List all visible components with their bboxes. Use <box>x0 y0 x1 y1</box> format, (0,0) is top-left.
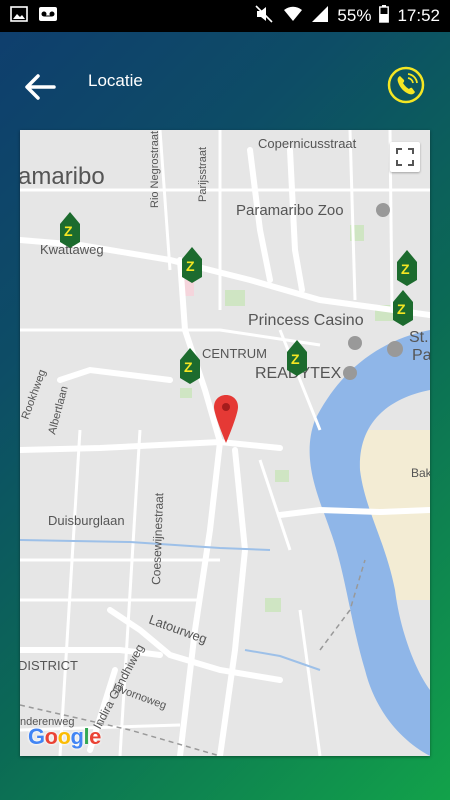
map-label-city: amaribo <box>20 163 105 190</box>
voicemail-icon <box>38 6 58 27</box>
svg-text:Z: Z <box>401 261 410 277</box>
map-canvas: amaribo Copernicusstraat Rio Negrostraat… <box>20 130 430 756</box>
back-arrow-icon[interactable] <box>22 69 58 105</box>
map-label-copernicus: Copernicusstraat <box>258 136 357 151</box>
battery-icon <box>379 4 390 28</box>
map-label-zoo: Paramaribo Zoo <box>236 202 344 219</box>
map-label-duisburg: Duisburglaan <box>48 513 125 528</box>
status-bar: 55% 17:52 <box>0 0 450 32</box>
map-label-bak: Bak <box>411 466 430 480</box>
app-bar: Locatie <box>0 55 450 125</box>
signal-icon <box>311 5 329 28</box>
google-logo: Google <box>28 724 101 749</box>
map-label-centrum: CENTRUM <box>202 346 267 361</box>
battery-percentage: 55% <box>337 6 372 25</box>
svg-text:Z: Z <box>64 223 73 239</box>
svg-text:Z: Z <box>184 359 193 375</box>
gallery-notification-icon <box>10 5 28 27</box>
svg-text:Z: Z <box>397 301 406 317</box>
zoo-poi-icon <box>376 203 390 217</box>
map-label-casino: Princess Casino <box>248 312 364 329</box>
readytex-poi-icon <box>343 366 357 380</box>
svg-text:Z: Z <box>186 258 195 274</box>
map-label-pa: Pa <box>412 347 430 364</box>
page-title: Locatie <box>88 71 143 90</box>
poi-icon <box>387 341 403 357</box>
phone-call-icon[interactable] <box>386 65 426 105</box>
wifi-icon <box>283 5 303 28</box>
fullscreen-toggle-icon[interactable] <box>390 142 420 172</box>
map-label-rio-negro: Rio Negrostraat <box>149 131 161 208</box>
map-label-st: St. <box>409 329 429 346</box>
clock: 17:52 <box>397 6 440 25</box>
casino-poi-icon <box>348 336 362 350</box>
svg-text:Z: Z <box>291 351 300 367</box>
mute-icon <box>255 4 275 28</box>
map-label-district: DISTRICT <box>20 658 78 673</box>
map-label-parijs: Parijsstraat <box>197 147 209 202</box>
map-view[interactable]: amaribo Copernicusstraat Rio Negrostraat… <box>20 130 430 756</box>
